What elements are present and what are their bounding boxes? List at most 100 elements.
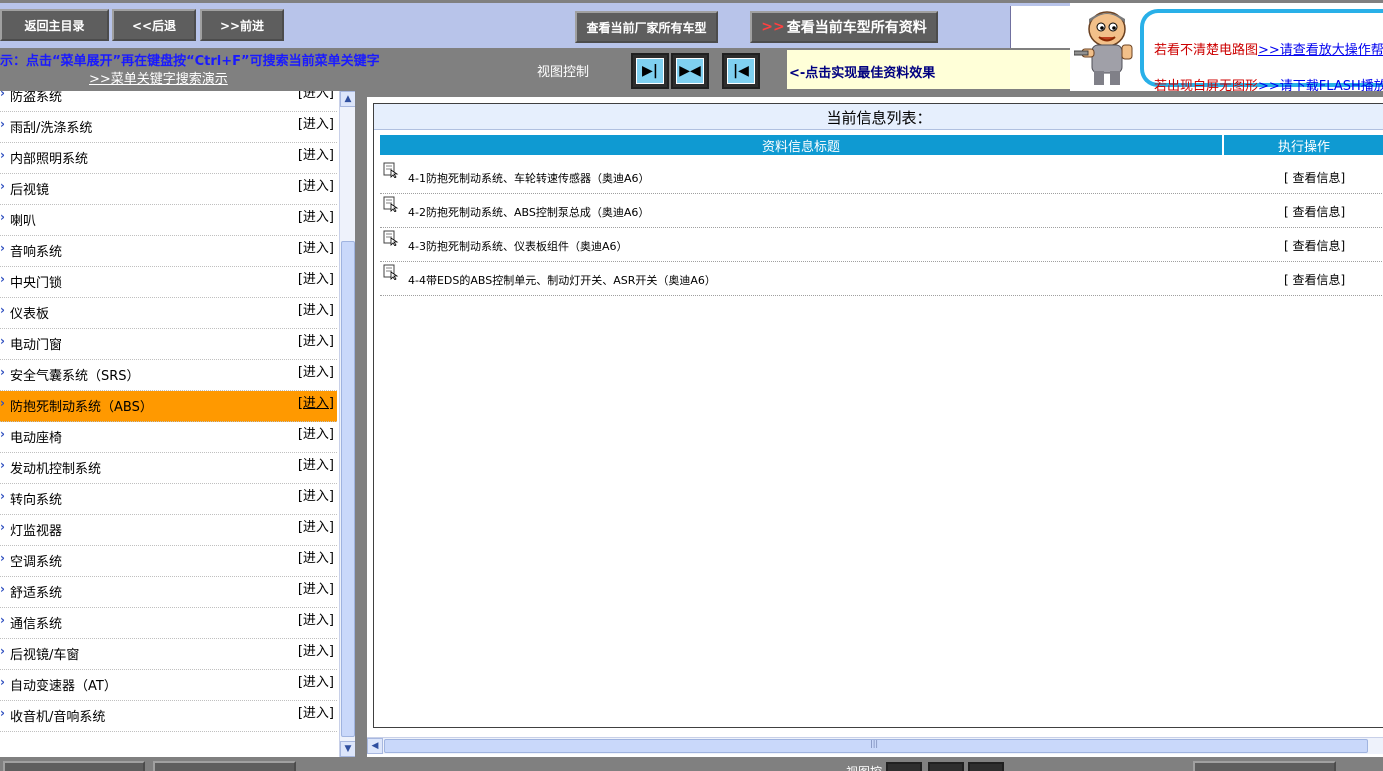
bottom-view-button-1[interactable] — [886, 762, 922, 771]
view-expand-left-button[interactable]: |◀ — [722, 53, 760, 89]
bottom-view-button-3[interactable] — [968, 762, 1004, 771]
menu-item[interactable]: › 转向系统 [进入] — [0, 484, 337, 515]
menu-item[interactable]: › 灯监视器 [进入] — [0, 515, 337, 546]
menu-item-label: 转向系统 — [10, 493, 63, 508]
toolbar-spacer — [1010, 6, 1070, 51]
list-item: 4-2防抱死制动系统、ABS控制泵总成（奥迪A6） [ 查看信息] — [380, 194, 1383, 228]
zoom-help-link[interactable]: >>请查看放大操作帮助 — [1258, 43, 1383, 58]
menu-item[interactable]: › 中央门锁 [进入] — [0, 267, 337, 298]
bottom-button-3[interactable] — [1193, 761, 1336, 771]
menu-item[interactable]: › 自动变速器（AT） [进入] — [0, 670, 337, 701]
scroll-left-icon[interactable]: ◀ — [367, 738, 383, 754]
menu-enter-link[interactable]: [进入] — [298, 268, 334, 287]
menu-item[interactable]: › 喇叭 [进入] — [0, 205, 337, 236]
chevron-right-icon: › — [0, 148, 5, 162]
menu-enter-link[interactable]: [进入] — [298, 609, 334, 628]
menu-enter-link[interactable]: [进入] — [298, 454, 334, 473]
chevron-right-icon: › — [0, 427, 5, 441]
menu-item[interactable]: › 内部照明系统 [进入] — [0, 143, 337, 174]
menu-item[interactable]: › 雨刮/洗涤系统 [进入] — [0, 112, 337, 143]
view-info-link[interactable]: [ 查看信息] — [1284, 203, 1345, 220]
menu-enter-link[interactable]: [进入] — [298, 206, 334, 225]
view-info-link[interactable]: [ 查看信息] — [1284, 271, 1345, 288]
view-info-link[interactable]: [ 查看信息] — [1284, 237, 1345, 254]
menu-enter-link[interactable]: [进入] — [298, 144, 334, 163]
help-bubble: 若看不清楚电路图>>请查看放大操作帮助 若出现白屏无图形>>请下载FLASH播放 — [1140, 9, 1383, 94]
menu-enter-link[interactable]: [进入] — [298, 361, 334, 380]
menu-item-label: 雨刮/洗涤系统 — [10, 121, 93, 136]
menu-item-label: 通信系统 — [10, 617, 63, 632]
menu-enter-link[interactable]: [进入] — [298, 91, 334, 101]
forward-button[interactable]: >>前进 — [200, 9, 284, 41]
home-button[interactable]: 返回主目录 — [0, 9, 109, 41]
back-button[interactable]: <<后退 — [112, 9, 196, 41]
expand-right-icon: ▶| — [636, 58, 664, 84]
menu-enter-link[interactable]: [进入] — [298, 516, 334, 535]
menu-item[interactable]: › 收音机/音响系统 [进入] — [0, 701, 337, 732]
menu-item[interactable]: › 音响系统 [进入] — [0, 236, 337, 267]
info-list: 当前信息列表： 资料信息标题 执行操作 4-1防抱死制动系统、车轮转速传感器（奥… — [373, 103, 1383, 728]
menu-enter-link[interactable]: [进入] — [298, 175, 334, 194]
menu-enter-link[interactable]: [进入] — [298, 113, 334, 132]
chevron-right-icon: › — [0, 706, 5, 720]
info-title[interactable]: 4-3防抱死制动系统、仪表板组件（奥迪A6） — [408, 238, 628, 254]
menu-enter-link[interactable]: [进入] — [298, 237, 334, 256]
menu-item[interactable]: › 发动机控制系统 [进入] — [0, 453, 337, 484]
menu-item[interactable]: › 舒适系统 [进入] — [0, 577, 337, 608]
menu-item-label: 后视镜 — [10, 183, 50, 198]
menu-item[interactable]: › 后视镜/车窗 [进入] — [0, 639, 337, 670]
all-info-button[interactable]: >> 查看当前车型所有资料 — [750, 11, 938, 43]
scroll-down-icon[interactable]: ▼ — [340, 741, 356, 757]
mechanic-mascot-icon — [1074, 11, 1133, 85]
scroll-up-icon[interactable]: ▲ — [340, 91, 356, 107]
menu-enter-link[interactable]: [进入] — [298, 547, 334, 566]
menu-item-label: 安全气囊系统（SRS） — [10, 369, 140, 384]
info-title[interactable]: 4-1防抱死制动系统、车轮转速传感器（奥迪A6） — [408, 170, 650, 186]
chevron-right-icon: › — [0, 582, 5, 596]
chevron-right-icon: › — [0, 365, 5, 379]
menu-item-label: 自动变速器（AT） — [10, 679, 117, 694]
menu-enter-link[interactable]: [进入] — [298, 485, 334, 504]
menu-item[interactable]: › 防盗系统 [进入] — [0, 91, 337, 112]
bottom-view-button-2[interactable] — [928, 762, 964, 771]
bottom-button-1[interactable] — [3, 761, 145, 771]
bottom-button-2[interactable] — [153, 761, 296, 771]
menu-enter-link[interactable]: [进入] — [298, 671, 334, 690]
menu-enter-link[interactable]: [进入] — [298, 392, 334, 411]
chevron-right-icon: › — [0, 91, 5, 100]
menu-item[interactable]: › 电动门窗 [进入] — [0, 329, 337, 360]
content-horizontal-scrollbar[interactable]: ◀ ||| — [367, 737, 1383, 754]
vendor-models-button[interactable]: 查看当前厂家所有车型 — [575, 11, 718, 43]
panel-divider[interactable] — [355, 91, 367, 757]
menu-enter-link[interactable]: [进入] — [298, 578, 334, 597]
menu-item-label: 收音机/音响系统 — [10, 710, 106, 725]
menu-item[interactable]: › 安全气囊系统（SRS） [进入] — [0, 360, 337, 391]
chevron-right-icon: › — [0, 241, 5, 255]
help-zoom-text: 若看不清楚电路图 — [1154, 43, 1259, 58]
menu-item[interactable]: › 防抱死制动系统（ABS） [进入] — [0, 391, 337, 422]
menu-enter-link[interactable]: [进入] — [298, 640, 334, 659]
menu-scrollbar[interactable]: ▲ ▼ — [339, 91, 356, 757]
info-title[interactable]: 4-2防抱死制动系统、ABS控制泵总成（奥迪A6） — [408, 204, 649, 220]
menu-item-label: 喇叭 — [10, 214, 37, 229]
menu-scroll-thumb[interactable] — [341, 241, 355, 737]
menu-item-label: 音响系统 — [10, 245, 63, 260]
menu-item[interactable]: › 电动座椅 [进入] — [0, 422, 337, 453]
view-info-link[interactable]: [ 查看信息] — [1284, 169, 1345, 186]
menu-enter-link[interactable]: [进入] — [298, 330, 334, 349]
menu-item[interactable]: › 仪表板 [进入] — [0, 298, 337, 329]
menu-item[interactable]: › 空调系统 [进入] — [0, 546, 337, 577]
menu-enter-link[interactable]: [进入] — [298, 702, 334, 721]
chevron-right-icon: › — [0, 458, 5, 472]
search-demo-link[interactable]: >>菜单关键字搜索演示 — [89, 68, 228, 87]
menu-item[interactable]: › 后视镜 [进入] — [0, 174, 337, 205]
menu-enter-link[interactable]: [进入] — [298, 299, 334, 318]
menu-enter-link[interactable]: [进入] — [298, 423, 334, 442]
view-split-button[interactable]: ▶◀ — [671, 53, 709, 89]
chevron-right-icon: › — [0, 613, 5, 627]
list-item: 4-3防抱死制动系统、仪表板组件（奥迪A6） [ 查看信息] — [380, 228, 1383, 262]
info-title[interactable]: 4-4带EDS的ABS控制单元、制动灯开关、ASR开关（奥迪A6） — [408, 272, 716, 288]
chevron-right-icon: › — [0, 551, 5, 565]
menu-item[interactable]: › 通信系统 [进入] — [0, 608, 337, 639]
view-expand-right-button[interactable]: ▶| — [631, 53, 669, 89]
